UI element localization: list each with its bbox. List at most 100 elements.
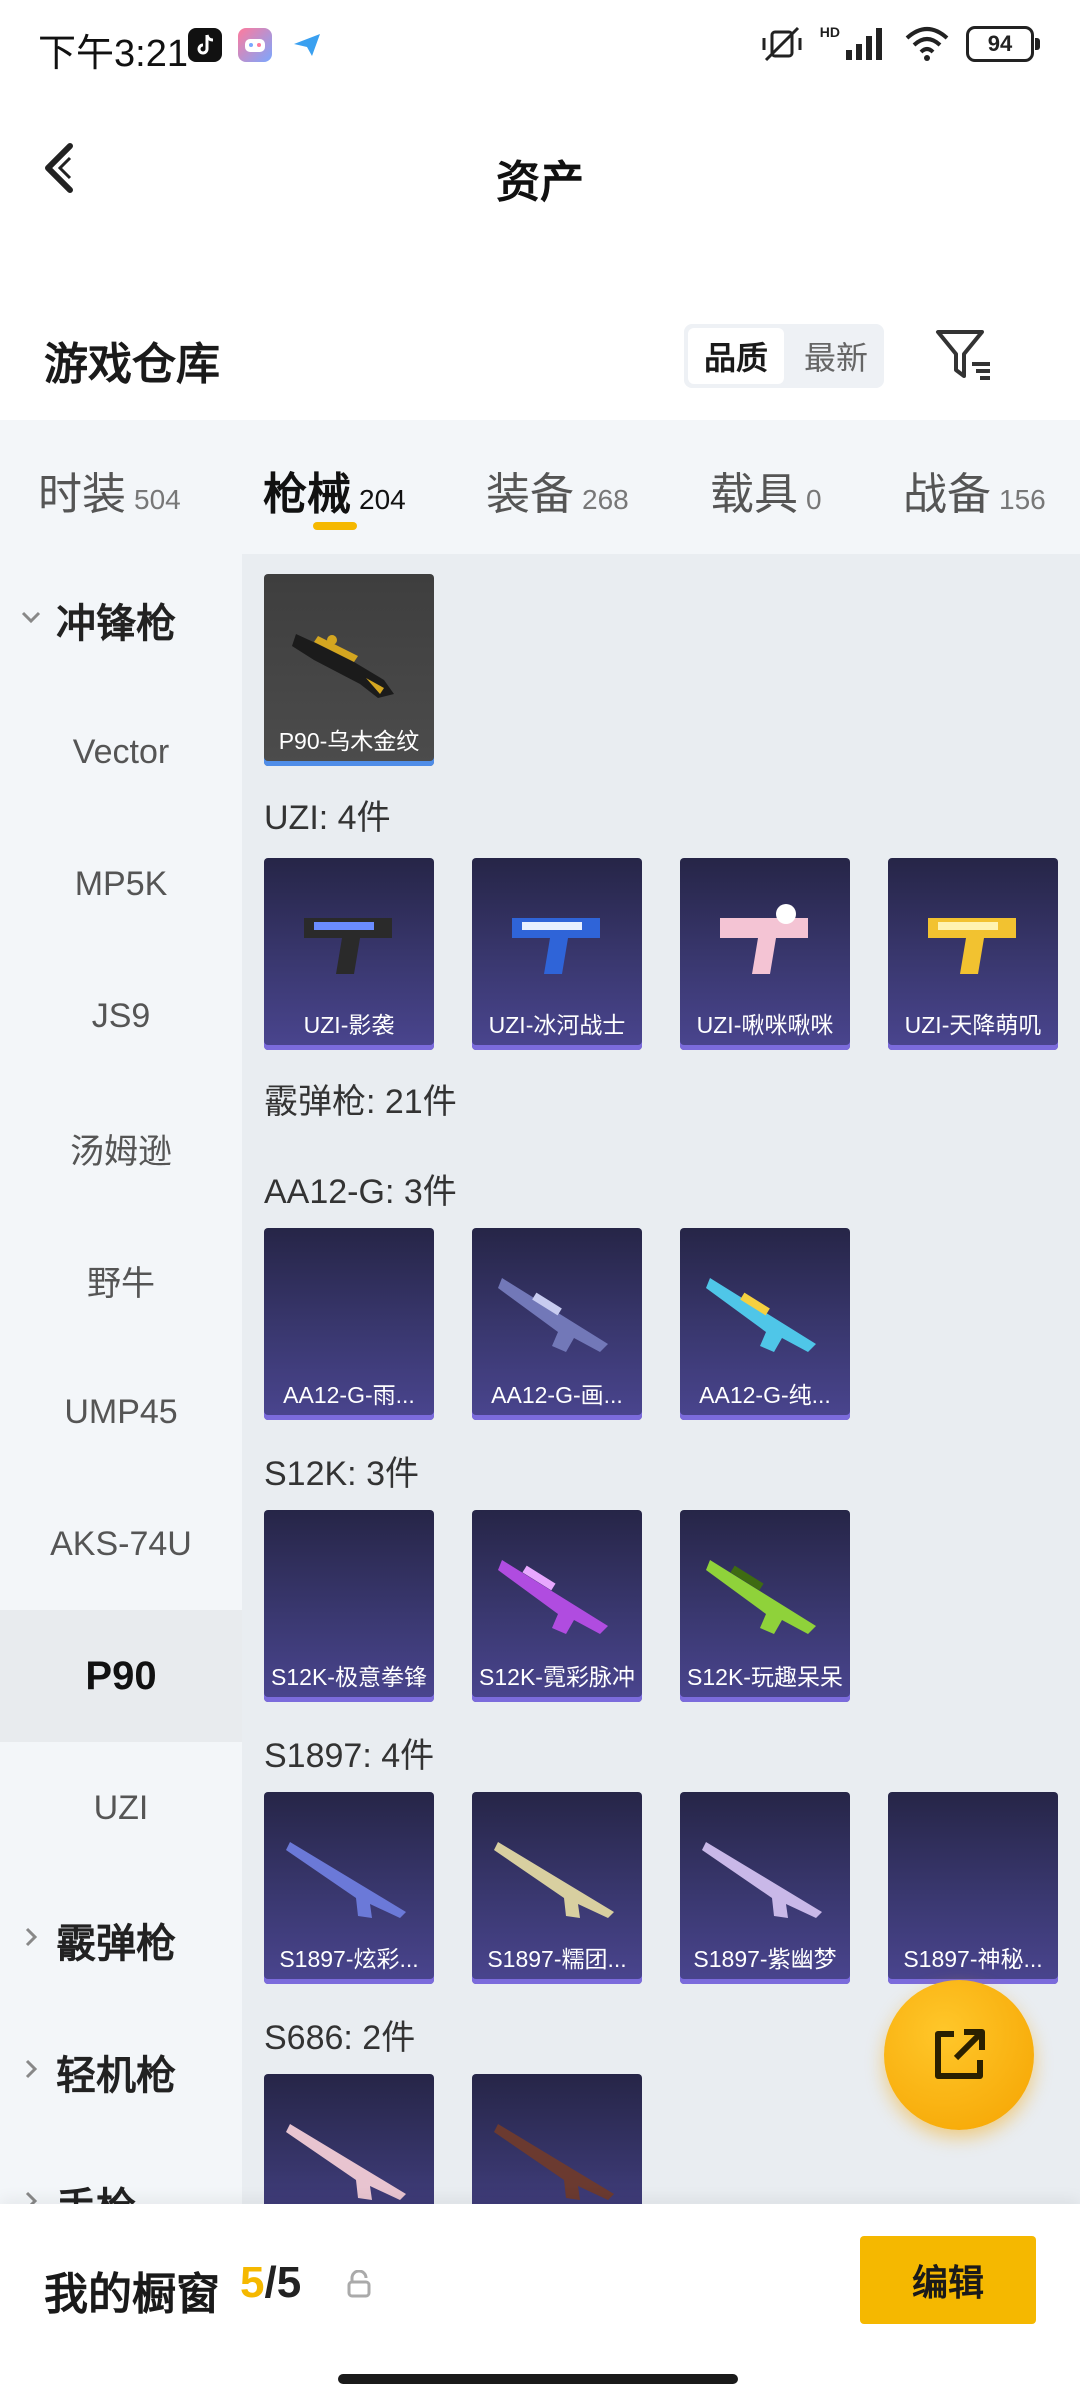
section-label: AA12-G: 3件 <box>264 1173 457 1211</box>
sort-newest-option[interactable]: 最新 <box>788 324 884 388</box>
tab-count: 268 <box>582 484 629 515</box>
sidebar-item-label: 手枪 <box>56 2175 136 2204</box>
sort-toggle: 品质 最新 <box>684 324 884 388</box>
item-card[interactable]: S1897-炫彩... <box>264 1792 434 1984</box>
tab-firearms[interactable]: 枪械 204 <box>263 458 406 522</box>
sidebar-item-bizon[interactable]: 野牛 <box>0 1214 242 1346</box>
showcase-count: 5/5 <box>240 2258 301 2308</box>
lock-icon <box>347 2270 371 2298</box>
share-fab-button[interactable] <box>884 1980 1034 2130</box>
sidebar-group-shotgun[interactable]: 霰弹枪 <box>0 1874 242 2006</box>
chevron-right-icon <box>18 1924 44 1957</box>
tab-label: 枪械 <box>263 470 351 519</box>
section-label: S1897: 4件 <box>264 1737 435 1775</box>
mute-vibrate-icon <box>762 26 802 62</box>
shotgun-icon <box>286 2124 406 2200</box>
filter-icon <box>936 330 990 380</box>
tab-count: 0 <box>806 484 822 515</box>
sidebar-item-mp5k[interactable]: MP5K <box>0 818 242 950</box>
item-name: S12K-霓彩脉冲 <box>479 1664 635 1690</box>
sidebar-group-lmg[interactable]: 轻机枪 <box>0 2006 242 2138</box>
item-card[interactable]: S1897-神秘... <box>888 1792 1058 1984</box>
shotgun-icon <box>286 1842 406 1918</box>
section-label: S12K: 3件 <box>264 1455 419 1493</box>
item-card[interactable]: UZI-啾咪啾咪 <box>680 858 850 1050</box>
tab-label: 时装 <box>38 470 126 519</box>
item-card[interactable]: AA12-G-画... <box>472 1228 642 1420</box>
item-card[interactable]: AA12-G-纯... <box>680 1228 850 1420</box>
item-card[interactable]: S1897-紫幽梦 <box>680 1792 850 1984</box>
chevron-right-icon <box>18 2056 44 2089</box>
category-tabs: 时装 504 枪械 204 装备 268 载具 0 战备 156 <box>0 420 1080 554</box>
item-name: UZI-影袭 <box>303 1012 395 1038</box>
item-card[interactable] <box>264 2074 434 2204</box>
showcase-label: 我的橱窗 <box>44 2270 220 2319</box>
paper-plane-icon <box>290 28 324 62</box>
tab-supplies[interactable]: 战备 156 <box>903 458 1046 522</box>
item-name: UZI-啾咪啾咪 <box>696 1012 834 1038</box>
section-label: S686: 2件 <box>264 2019 416 2057</box>
warehouse-header: 游戏仓库 品质 最新 <box>0 300 1080 420</box>
section-label: UZI: 4件 <box>264 799 391 837</box>
tiktok-icon <box>188 28 222 62</box>
section-label: 霰弹枪: 21件 <box>264 1083 457 1121</box>
shotgun-icon <box>706 1560 816 1634</box>
game-app-icon <box>238 28 272 62</box>
item-card[interactable]: AA12-G-雨... <box>264 1228 434 1420</box>
sidebar-item-p90[interactable]: P90 <box>0 1610 242 1742</box>
shotgun-icon <box>494 1842 614 1918</box>
item-name: P90-乌木金纹 <box>278 728 420 754</box>
item-card[interactable]: S12K-极意拳锋 <box>264 1510 434 1702</box>
battery-indicator: 94 <box>966 26 1040 62</box>
tab-equipment[interactable]: 装备 268 <box>486 458 629 522</box>
external-link-icon <box>935 2029 985 2079</box>
item-card[interactable]: UZI-影袭 <box>264 858 434 1050</box>
item-card[interactable]: P90-乌木金纹 <box>264 574 434 766</box>
sidebar-group-smg[interactable]: 冲锋枪 <box>0 554 242 686</box>
item-card[interactable]: S1897-糯团... <box>472 1792 642 1984</box>
sidebar-item-aks74u[interactable]: AKS-74U <box>0 1478 242 1610</box>
sidebar-item-uzi[interactable]: UZI <box>0 1742 242 1874</box>
item-card[interactable]: UZI-冰河战士 <box>472 858 642 1050</box>
shotgun-icon <box>498 1278 608 1352</box>
item-name: S1897-糯团... <box>487 1946 627 1972</box>
item-name: S1897-神秘... <box>903 1946 1043 1972</box>
sidebar-group-pistol[interactable]: 手枪 <box>0 2138 242 2204</box>
sort-quality-option[interactable]: 品质 <box>688 328 784 384</box>
item-card[interactable]: S12K-霓彩脉冲 <box>472 1510 642 1702</box>
sidebar-item-ump45[interactable]: UMP45 <box>0 1346 242 1478</box>
sidebar-item-js9[interactable]: JS9 <box>0 950 242 1082</box>
smg-icon <box>304 918 392 974</box>
top-header: 资产 <box>0 96 1080 246</box>
item-card[interactable]: UZI-天降萌叽 <box>888 858 1058 1050</box>
tab-count: 504 <box>134 484 181 515</box>
chevron-right-icon <box>18 2188 44 2204</box>
item-name: UZI-冰河战士 <box>488 1012 626 1038</box>
item-card[interactable] <box>472 2074 642 2204</box>
tab-label: 装备 <box>486 470 574 519</box>
item-name: AA12-G-纯... <box>699 1382 831 1408</box>
item-name: S12K-玩趣呆呆 <box>687 1664 843 1690</box>
tab-fashion[interactable]: 时装 504 <box>38 458 181 522</box>
showcase-bar: 我的橱窗 5/5 编辑 <box>0 2204 1080 2400</box>
warehouse-title: 游戏仓库 <box>44 340 220 389</box>
filter-button[interactable] <box>932 324 996 388</box>
item-grid: P90-乌木金纹 UZI: 4件 UZI-影袭 UZI-冰河战士 UZI-啾咪啾… <box>242 554 1080 2204</box>
item-name: AA12-G-画... <box>491 1382 623 1408</box>
sidebar-item-thompson[interactable]: 汤姆逊 <box>0 1082 242 1214</box>
edit-button[interactable]: 编辑 <box>860 2236 1036 2324</box>
active-tab-indicator <box>313 522 357 530</box>
item-card[interactable]: S12K-玩趣呆呆 <box>680 1510 850 1702</box>
showcase-current: 5 <box>240 2258 265 2307</box>
tab-count: 156 <box>999 484 1046 515</box>
network-label: HD <box>819 24 840 40</box>
home-indicator[interactable] <box>338 2374 738 2384</box>
chevron-down-icon <box>18 604 44 637</box>
signal-icon <box>846 28 882 60</box>
sidebar-item-vector[interactable]: Vector <box>0 686 242 818</box>
smg-icon <box>292 634 394 698</box>
status-time: 下午3:21 <box>38 33 188 75</box>
sidebar-item-label: 冲锋枪 <box>56 602 176 646</box>
tab-count: 204 <box>359 484 406 515</box>
tab-vehicles[interactable]: 载具 0 <box>710 458 822 522</box>
